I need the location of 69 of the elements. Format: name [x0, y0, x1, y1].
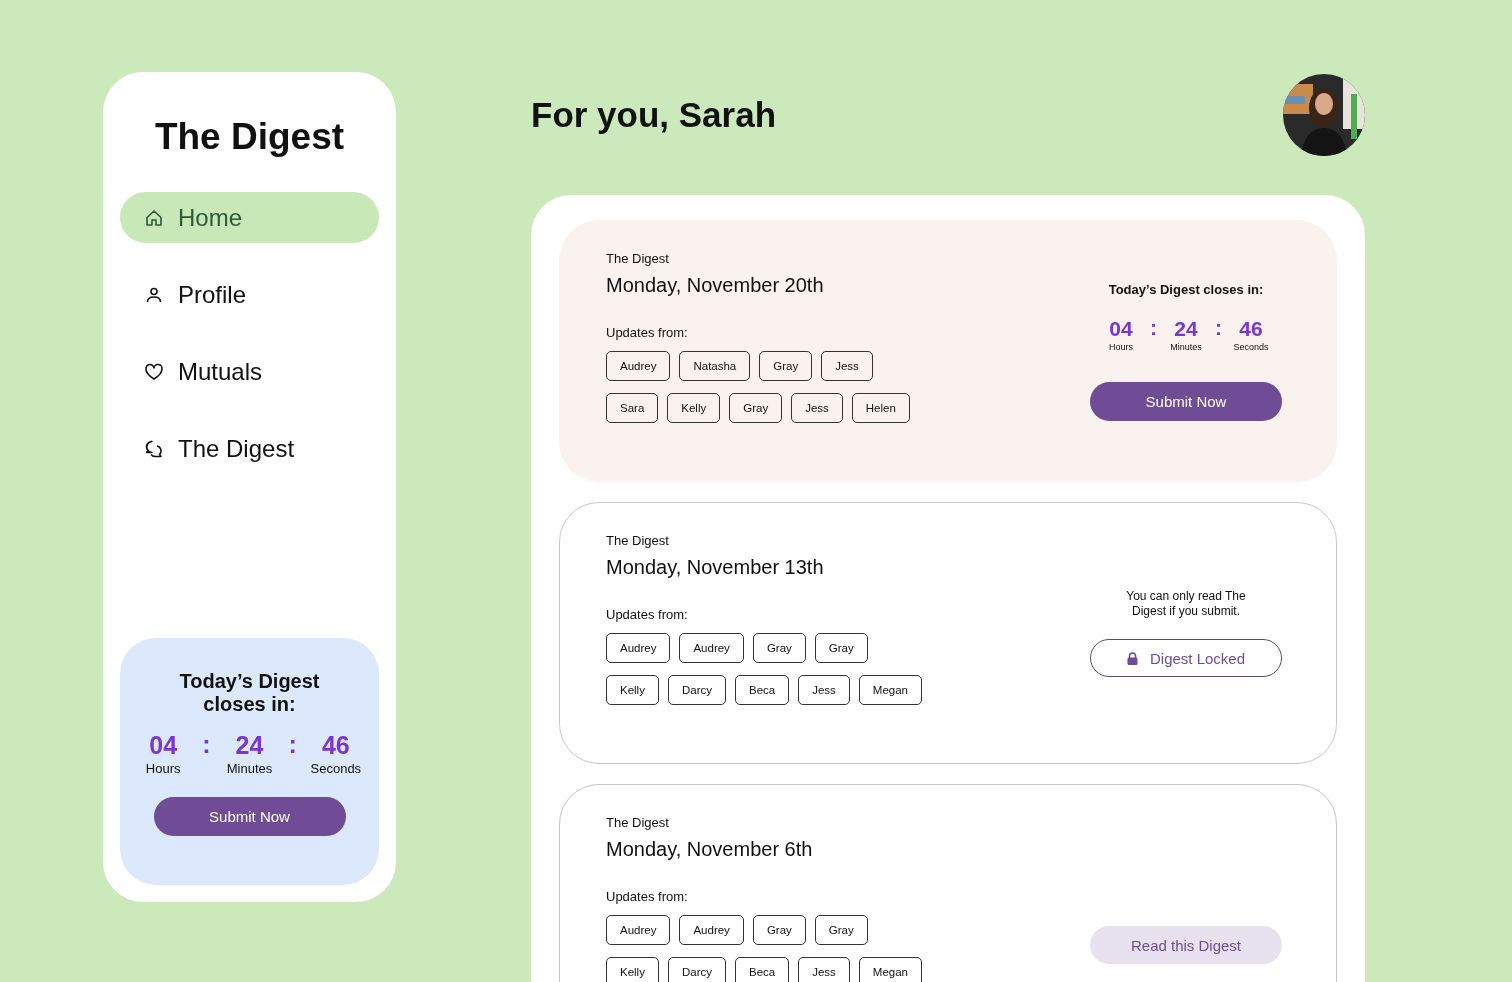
- countdown-value: 24: [1174, 316, 1198, 341]
- updates-label: Updates from:: [606, 889, 689, 905]
- name-tag: Gray: [729, 393, 783, 423]
- countdown-value: 04: [149, 730, 178, 760]
- name-tag: Audrey: [606, 633, 671, 663]
- name-tag: Natasha: [679, 351, 751, 381]
- countdown-value: 24: [235, 730, 264, 760]
- submit-button[interactable]: Submit Now: [153, 797, 346, 836]
- name-tag: Gray: [752, 915, 806, 945]
- name-tag: Audrey: [679, 915, 744, 945]
- countdown-title: Today’s Digest closes in:: [178, 670, 321, 716]
- name-tag: Gray: [814, 633, 868, 663]
- name-tag: Audrey: [606, 915, 671, 945]
- name-tag: Audrey: [606, 351, 671, 381]
- heart-icon: [144, 361, 164, 382]
- name-tag: Megan: [858, 957, 922, 982]
- lock-note: You can only read The Digest if you submit.: [1125, 589, 1247, 619]
- name-tag: Gray: [759, 351, 813, 381]
- countdown-value: 46: [1239, 316, 1263, 341]
- home-icon: [144, 207, 164, 228]
- nav-item[interactable]: Mutuals: [120, 346, 379, 397]
- countdown-value: 46: [321, 730, 350, 760]
- updates-label: Updates from:: [606, 325, 689, 341]
- nav-item[interactable]: The Digest: [120, 423, 379, 474]
- name-tag: Jess: [821, 351, 873, 381]
- countdown-title: Today’s Digest closes in:: [1108, 281, 1264, 297]
- name-tag: Jess: [798, 957, 850, 982]
- page-heading: For you, Sarah: [531, 95, 777, 135]
- locked-button[interactable]: Digest Locked: [1090, 639, 1282, 677]
- read-button[interactable]: Read this Digest: [1090, 926, 1282, 964]
- name-tag: Sara: [606, 393, 659, 423]
- name-tag: Audrey: [679, 633, 744, 663]
- nav-item[interactable]: Home: [120, 192, 379, 243]
- name-tag: Beca: [734, 675, 790, 705]
- name-tag: Jess: [791, 393, 843, 423]
- nav-item[interactable]: Profile: [120, 269, 379, 320]
- countdown-value: 04: [1109, 316, 1133, 341]
- name-tag: Jess: [798, 675, 850, 705]
- name-tag: Megan: [858, 675, 922, 705]
- chat-bubbles-icon: [144, 438, 164, 459]
- time-separator: :: [202, 730, 211, 758]
- time-separator: :: [1215, 316, 1222, 339]
- countdown-label: Seconds: [1233, 341, 1269, 352]
- digest-date: Monday, November 6th: [606, 837, 814, 861]
- name-tag: Gray: [814, 915, 868, 945]
- countdown-label: Seconds: [310, 761, 362, 776]
- digest-label: The Digest: [606, 533, 670, 549]
- name-tag: Helen: [851, 393, 910, 423]
- digest-label: The Digest: [606, 251, 670, 267]
- lock-icon: [1126, 651, 1138, 665]
- name-tag: Darcy: [667, 957, 726, 982]
- countdown-label: Hours: [145, 761, 181, 776]
- countdown-label: Minutes: [226, 761, 273, 776]
- name-tag: Gray: [752, 633, 806, 663]
- digest-date: Monday, November 20th: [606, 273, 825, 297]
- updates-label: Updates from:: [606, 607, 689, 623]
- name-tag: Kelly: [606, 957, 659, 982]
- countdown-label: Minutes: [1170, 341, 1202, 352]
- name-tag: Beca: [734, 957, 790, 982]
- submit-button[interactable]: Submit Now: [1090, 381, 1282, 421]
- countdown-label: Hours: [1109, 341, 1133, 352]
- time-separator: :: [1150, 316, 1157, 339]
- digest-label: The Digest: [606, 815, 670, 831]
- name-tag: Darcy: [667, 675, 726, 705]
- time-separator: :: [288, 730, 297, 758]
- name-tag: Kelly: [667, 393, 721, 423]
- digest-date: Monday, November 13th: [606, 555, 825, 579]
- name-tag: Kelly: [606, 675, 659, 705]
- app-title: The Digest: [153, 115, 346, 159]
